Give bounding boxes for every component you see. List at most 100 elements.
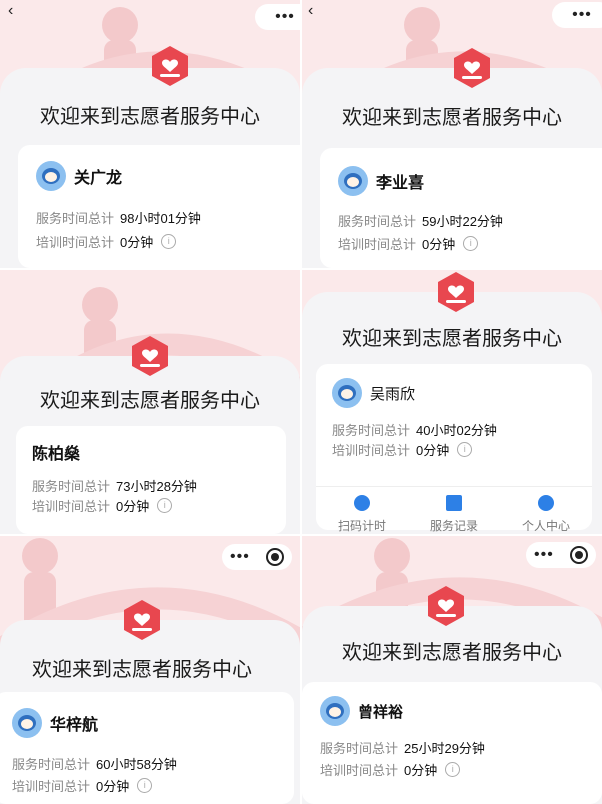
- training-total-label: 培训时间总计: [320, 763, 399, 778]
- service-total-value: 59小时22分钟: [422, 214, 503, 229]
- menu-capsule[interactable]: •••: [222, 544, 292, 570]
- service-total-label: 服务时间总计: [36, 211, 115, 226]
- training-total-row: 培训时间总计 0分钟 i: [338, 234, 479, 253]
- user-card: 吴雨欣 服务时间总计 40小时02分钟 培训时间总计 0分钟 i 扫码计时 服务记录 …: [316, 364, 592, 533]
- menu-capsule[interactable]: •••: [552, 2, 602, 28]
- training-total-label: 培训时间总计: [332, 443, 411, 458]
- user-card: 关广龙 服务时间总计 98小时01分钟 培训时间总计 0分钟 i: [18, 145, 300, 268]
- service-total-row: 服务时间总计 98小时01分钟: [36, 208, 201, 227]
- user-name: 关广龙: [74, 170, 123, 187]
- tab-service-record[interactable]: 服务记录: [408, 495, 500, 534]
- close-miniprogram-icon[interactable]: [569, 546, 588, 564]
- panel-4: 欢迎来到志愿者服务中心 吴雨欣 服务时间总计 40小时02分钟 培训时间总计 0分钟…: [302, 270, 602, 534]
- info-icon[interactable]: i: [157, 498, 173, 513]
- tab-scan-timer[interactable]: 扫码计时: [316, 495, 408, 534]
- avatar: [338, 166, 368, 196]
- menu-icon: •••: [572, 6, 592, 23]
- training-total-row: 培训时间总计 0分钟 i: [36, 232, 177, 251]
- training-total-row: 培训时间总计 0分钟 i: [12, 776, 153, 795]
- tab-label: 服务记录: [429, 519, 478, 533]
- volunteer-heart-hand-logo: [454, 48, 490, 88]
- service-total-label: 服务时间总计: [320, 741, 399, 756]
- welcome-title: 欢迎来到志愿者服务中心: [32, 659, 252, 681]
- avatar: [320, 696, 350, 726]
- screenshot-collage: ‹ ••• 欢迎来到志愿者服务中心 关广龙 服务时间总计 98小时01分钟 培训时…: [0, 0, 602, 804]
- service-total-value: 98小时01分钟: [120, 211, 201, 226]
- training-total-label: 培训时间总计: [12, 779, 91, 794]
- welcome-title: 欢迎来到志愿者服务中心: [342, 107, 562, 129]
- training-total-value: 0分钟: [422, 237, 456, 252]
- service-total-row: 服务时间总计 59小时22分钟: [338, 211, 503, 230]
- tab-label: 个人中心: [521, 519, 570, 533]
- training-total-value: 0分钟: [416, 443, 450, 458]
- welcome-title: 欢迎来到志愿者服务中心: [40, 390, 260, 412]
- menu-capsule[interactable]: •••: [255, 4, 300, 30]
- info-icon[interactable]: i: [137, 778, 153, 793]
- volunteer-heart-hand-logo: [124, 600, 160, 640]
- service-total-row: 服务时间总计 40小时02分钟: [332, 420, 497, 439]
- info-icon[interactable]: i: [463, 236, 479, 251]
- panel-6: ••• 欢迎来到志愿者服务中心 曾祥裕 服务时间总计 25小时29分钟 培训时间总…: [302, 536, 602, 804]
- welcome-title: 欢迎来到志愿者服务中心: [40, 106, 260, 128]
- tab-personal-center[interactable]: 个人中心: [500, 495, 592, 534]
- service-total-row: 服务时间总计 73小时28分钟: [32, 476, 197, 495]
- user-card: 陈柏燊 服务时间总计 73小时28分钟 培训时间总计 0分钟 i: [16, 426, 286, 534]
- training-total-row: 培训时间总计 0分钟 i: [332, 440, 473, 459]
- training-total-value: 0分钟: [404, 763, 438, 778]
- close-miniprogram-icon[interactable]: [265, 548, 284, 566]
- panel-3: 欢迎来到志愿者服务中心 陈柏燊 服务时间总计 73小时28分钟 培训时间总计 0分钟…: [0, 270, 300, 534]
- avatar: [36, 161, 66, 191]
- panel-2: ‹ ••• 欢迎来到志愿者服务中心 李业喜 服务时间总计 59小时22分钟 培训时…: [302, 0, 602, 268]
- tab-label: 扫码计时: [337, 519, 386, 533]
- user-name: 吴雨欣: [370, 385, 416, 403]
- panel-1: ‹ ••• 欢迎来到志愿者服务中心 关广龙 服务时间总计 98小时01分钟 培训时…: [0, 0, 300, 268]
- service-total-value: 60小时58分钟: [96, 757, 177, 772]
- service-total-row: 服务时间总计 60小时58分钟: [12, 754, 177, 773]
- menu-icon: •••: [534, 546, 554, 563]
- volunteer-heart-hand-logo: [132, 336, 168, 376]
- menu-icon: •••: [275, 8, 295, 25]
- training-total-row: 培训时间总计 0分钟 i: [320, 760, 461, 779]
- avatar: [12, 708, 42, 738]
- user-name: 陈柏燊: [32, 446, 81, 463]
- training-total-label: 培训时间总计: [36, 235, 115, 250]
- menu-icon: •••: [230, 548, 250, 565]
- welcome-title: 欢迎来到志愿者服务中心: [342, 642, 562, 664]
- user-card: 曾祥裕 服务时间总计 25小时29分钟 培训时间总计 0分钟 i: [302, 682, 602, 804]
- service-total-label: 服务时间总计: [32, 479, 111, 494]
- user-name: 李业喜: [376, 175, 425, 192]
- user-card: 李业喜 服务时间总计 59小时22分钟 培训时间总计 0分钟 i: [320, 148, 602, 268]
- service-total-label: 服务时间总计: [338, 214, 417, 229]
- service-total-label: 服务时间总计: [332, 423, 411, 438]
- training-total-value: 0分钟: [116, 499, 150, 514]
- info-icon[interactable]: i: [457, 442, 473, 457]
- volunteer-heart-hand-logo: [438, 272, 474, 312]
- back-button[interactable]: ‹: [8, 2, 13, 20]
- training-total-label: 培训时间总计: [338, 237, 417, 252]
- info-icon[interactable]: i: [445, 762, 461, 777]
- service-total-value: 40小时02分钟: [416, 423, 497, 438]
- tab-bar: 扫码计时 服务记录 个人中心: [316, 486, 592, 534]
- welcome-title: 欢迎来到志愿者服务中心: [342, 328, 562, 350]
- volunteer-heart-hand-logo: [428, 586, 464, 626]
- user-name: 曾祥裕: [358, 703, 404, 721]
- record-icon: [446, 495, 462, 511]
- training-total-value: 0分钟: [96, 779, 130, 794]
- service-total-row: 服务时间总计 25小时29分钟: [320, 738, 485, 757]
- user-name: 华梓航: [50, 717, 99, 734]
- info-icon[interactable]: i: [161, 234, 177, 249]
- training-total-label: 培训时间总计: [32, 499, 111, 514]
- service-total-value: 73小时28分钟: [116, 479, 197, 494]
- panel-5: ••• 欢迎来到志愿者服务中心 华梓航 服务时间总计 60小时58分钟 培训时间总…: [0, 536, 300, 804]
- service-total-value: 25小时29分钟: [404, 741, 485, 756]
- avatar: [332, 378, 362, 408]
- training-total-row: 培训时间总计 0分钟 i: [32, 496, 173, 515]
- menu-capsule[interactable]: •••: [526, 542, 596, 568]
- clock-icon: [354, 495, 370, 511]
- person-icon: [538, 495, 554, 511]
- service-total-label: 服务时间总计: [12, 757, 91, 772]
- user-card: 华梓航 服务时间总计 60小时58分钟 培训时间总计 0分钟 i: [0, 692, 294, 804]
- back-button[interactable]: ‹: [308, 2, 313, 20]
- volunteer-heart-hand-logo: [152, 46, 188, 86]
- training-total-value: 0分钟: [120, 235, 154, 250]
